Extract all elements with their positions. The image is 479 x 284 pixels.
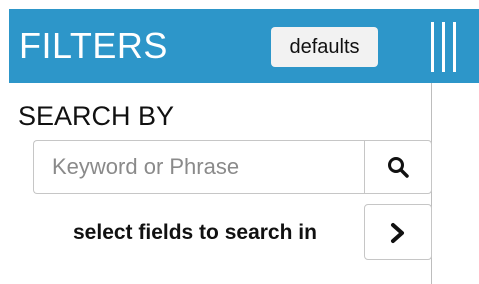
filters-header: FILTERS defaults	[9, 9, 479, 83]
filters-panel: FILTERS defaults SEARCH BY select fields…	[0, 0, 479, 284]
resize-handle-icon[interactable]	[431, 22, 461, 72]
select-fields-button[interactable]	[364, 204, 432, 260]
filters-title: FILTERS	[19, 25, 168, 66]
search-by-section: SEARCH BY select fields to search in	[9, 83, 432, 284]
search-icon	[388, 157, 409, 178]
chevron-right-icon	[391, 223, 404, 243]
defaults-button[interactable]: defaults	[271, 27, 378, 67]
keyword-search-input[interactable]	[33, 140, 364, 194]
search-button[interactable]	[364, 140, 432, 194]
select-fields-label: select fields to search in	[73, 221, 317, 244]
search-by-heading: SEARCH BY	[18, 101, 175, 131]
